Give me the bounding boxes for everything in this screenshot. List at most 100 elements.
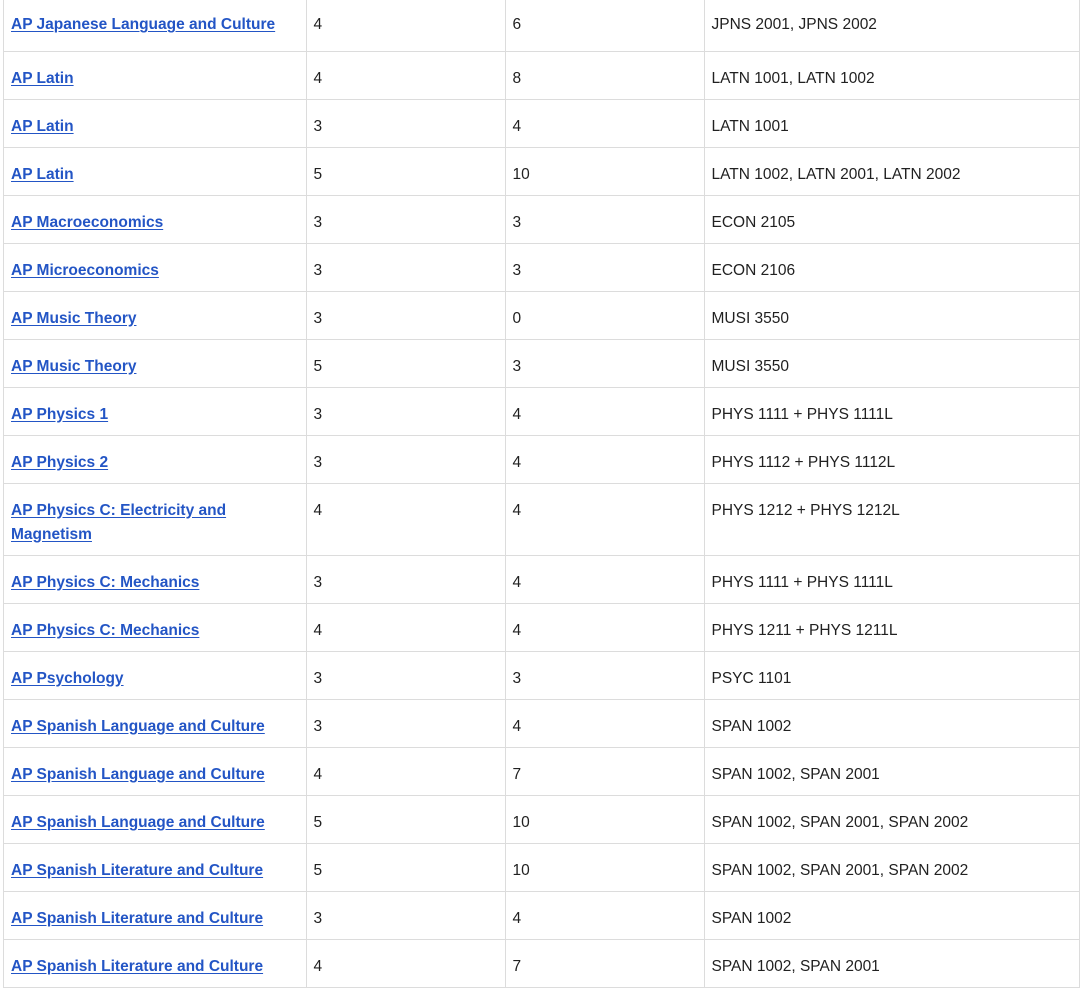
courses-cell: LATN 1001, LATN 1002 [704, 51, 1079, 100]
table-row: AP Spanish Literature and Culture 3 4 SP… [4, 891, 1079, 940]
courses-cell: SPAN 1002 [704, 891, 1079, 940]
exam-cell: AP Latin [4, 147, 307, 196]
credits-cell: 4 [505, 483, 705, 556]
credits-cell: 8 [505, 51, 705, 100]
table-row: AP Music Theory 5 3 MUSI 3550 [4, 339, 1079, 388]
exam-cell: AP Physics C: Electricity and Magnetism [4, 483, 307, 556]
score-cell: 3 [306, 291, 506, 340]
exam-link[interactable]: AP Spanish Literature and Culture [11, 958, 263, 975]
score-cell: 3 [306, 99, 506, 148]
exam-link[interactable]: AP Music Theory [11, 358, 136, 375]
table-row: AP Physics C: Electricity and Magnetism … [4, 483, 1079, 556]
score-cell: 3 [306, 699, 506, 748]
table-row: AP Psychology 3 3 PSYC 1101 [4, 651, 1079, 700]
courses-cell: PHYS 1212 + PHYS 1212L [704, 483, 1079, 556]
table-row: AP Microeconomics 3 3 ECON 2106 [4, 243, 1079, 292]
score-cell: 4 [306, 51, 506, 100]
credits-cell: 3 [505, 339, 705, 388]
exam-link[interactable]: AP Spanish Literature and Culture [11, 862, 263, 879]
score-cell: 3 [306, 435, 506, 484]
exam-link[interactable]: AP Physics C: Electricity and Magnetism [11, 502, 226, 543]
exam-cell: AP Spanish Language and Culture [4, 747, 307, 796]
courses-cell: MUSI 3550 [704, 291, 1079, 340]
score-cell: 4 [306, 747, 506, 796]
exam-link[interactable]: AP Physics C: Mechanics [11, 574, 199, 591]
exam-link[interactable]: AP Physics C: Mechanics [11, 622, 199, 639]
credits-cell: 4 [505, 603, 705, 652]
score-cell: 3 [306, 891, 506, 940]
exam-link[interactable]: AP Physics 2 [11, 454, 108, 471]
ap-credit-table-body: AP Japanese Language and Culture 4 6 JPN… [4, 0, 1079, 988]
score-cell: 5 [306, 147, 506, 196]
exam-cell: AP Spanish Literature and Culture [4, 843, 307, 892]
exam-cell: AP Spanish Language and Culture [4, 795, 307, 844]
exam-link[interactable]: AP Latin [11, 166, 74, 183]
exam-cell: AP Macroeconomics [4, 195, 307, 244]
score-cell: 5 [306, 795, 506, 844]
credits-cell: 4 [505, 387, 705, 436]
credits-cell: 7 [505, 939, 705, 988]
courses-cell: PHYS 1111 + PHYS 1111L [704, 387, 1079, 436]
exam-cell: AP Music Theory [4, 339, 307, 388]
exam-link[interactable]: AP Microeconomics [11, 262, 159, 279]
credits-cell: 3 [505, 243, 705, 292]
credits-cell: 7 [505, 747, 705, 796]
exam-link[interactable]: AP Spanish Language and Culture [11, 718, 265, 735]
credits-cell: 4 [505, 891, 705, 940]
table-row: AP Physics 1 3 4 PHYS 1111 + PHYS 1111L [4, 387, 1079, 436]
credits-cell: 4 [505, 555, 705, 604]
table-row: AP Physics 2 3 4 PHYS 1112 + PHYS 1112L [4, 435, 1079, 484]
credits-cell: 4 [505, 699, 705, 748]
exam-link[interactable]: AP Psychology [11, 670, 124, 687]
credits-cell: 10 [505, 147, 705, 196]
score-cell: 3 [306, 243, 506, 292]
exam-link[interactable]: AP Music Theory [11, 310, 136, 327]
exam-cell: AP Physics 1 [4, 387, 307, 436]
exam-cell: AP Microeconomics [4, 243, 307, 292]
courses-cell: LATN 1002, LATN 2001, LATN 2002 [704, 147, 1079, 196]
courses-cell: PHYS 1112 + PHYS 1112L [704, 435, 1079, 484]
exam-cell: AP Physics C: Mechanics [4, 555, 307, 604]
exam-cell: AP Spanish Literature and Culture [4, 891, 307, 940]
table-row: AP Music Theory 3 0 MUSI 3550 [4, 291, 1079, 340]
score-cell: 4 [306, 483, 506, 556]
table-row: AP Spanish Literature and Culture 4 7 SP… [4, 939, 1079, 988]
credits-cell: 0 [505, 291, 705, 340]
exam-cell: AP Latin [4, 99, 307, 148]
ap-credit-table: AP Japanese Language and Culture 4 6 JPN… [4, 0, 1079, 988]
score-cell: 4 [306, 939, 506, 988]
credits-cell: 3 [505, 651, 705, 700]
exam-cell: AP Spanish Literature and Culture [4, 939, 307, 988]
exam-cell: AP Physics 2 [4, 435, 307, 484]
exam-cell: AP Music Theory [4, 291, 307, 340]
courses-cell: SPAN 1002, SPAN 2001 [704, 939, 1079, 988]
credits-cell: 4 [505, 435, 705, 484]
exam-link[interactable]: AP Physics 1 [11, 406, 108, 423]
courses-cell: ECON 2105 [704, 195, 1079, 244]
courses-cell: SPAN 1002, SPAN 2001, SPAN 2002 [704, 843, 1079, 892]
score-cell: 5 [306, 339, 506, 388]
exam-link[interactable]: AP Japanese Language and Culture [11, 16, 275, 33]
courses-cell: ECON 2106 [704, 243, 1079, 292]
exam-link[interactable]: AP Spanish Literature and Culture [11, 910, 263, 927]
courses-cell: PHYS 1111 + PHYS 1111L [704, 555, 1079, 604]
table-row: AP Spanish Language and Culture 4 7 SPAN… [4, 747, 1079, 796]
exam-link[interactable]: AP Latin [11, 70, 74, 87]
ap-credit-table-container: AP Japanese Language and Culture 4 6 JPN… [3, 0, 1080, 988]
exam-link[interactable]: AP Spanish Language and Culture [11, 814, 265, 831]
table-row: AP Physics C: Mechanics 3 4 PHYS 1111 + … [4, 555, 1079, 604]
courses-cell: SPAN 1002, SPAN 2001 [704, 747, 1079, 796]
courses-cell: LATN 1001 [704, 99, 1079, 148]
courses-cell: PHYS 1211 + PHYS 1211L [704, 603, 1079, 652]
courses-cell: SPAN 1002 [704, 699, 1079, 748]
exam-link[interactable]: AP Spanish Language and Culture [11, 766, 265, 783]
score-cell: 5 [306, 843, 506, 892]
table-row: AP Spanish Literature and Culture 5 10 S… [4, 843, 1079, 892]
exam-link[interactable]: AP Macroeconomics [11, 214, 163, 231]
courses-cell: MUSI 3550 [704, 339, 1079, 388]
exam-cell: AP Physics C: Mechanics [4, 603, 307, 652]
table-row: AP Spanish Language and Culture 3 4 SPAN… [4, 699, 1079, 748]
credits-cell: 3 [505, 195, 705, 244]
exam-link[interactable]: AP Latin [11, 118, 74, 135]
table-row: AP Spanish Language and Culture 5 10 SPA… [4, 795, 1079, 844]
